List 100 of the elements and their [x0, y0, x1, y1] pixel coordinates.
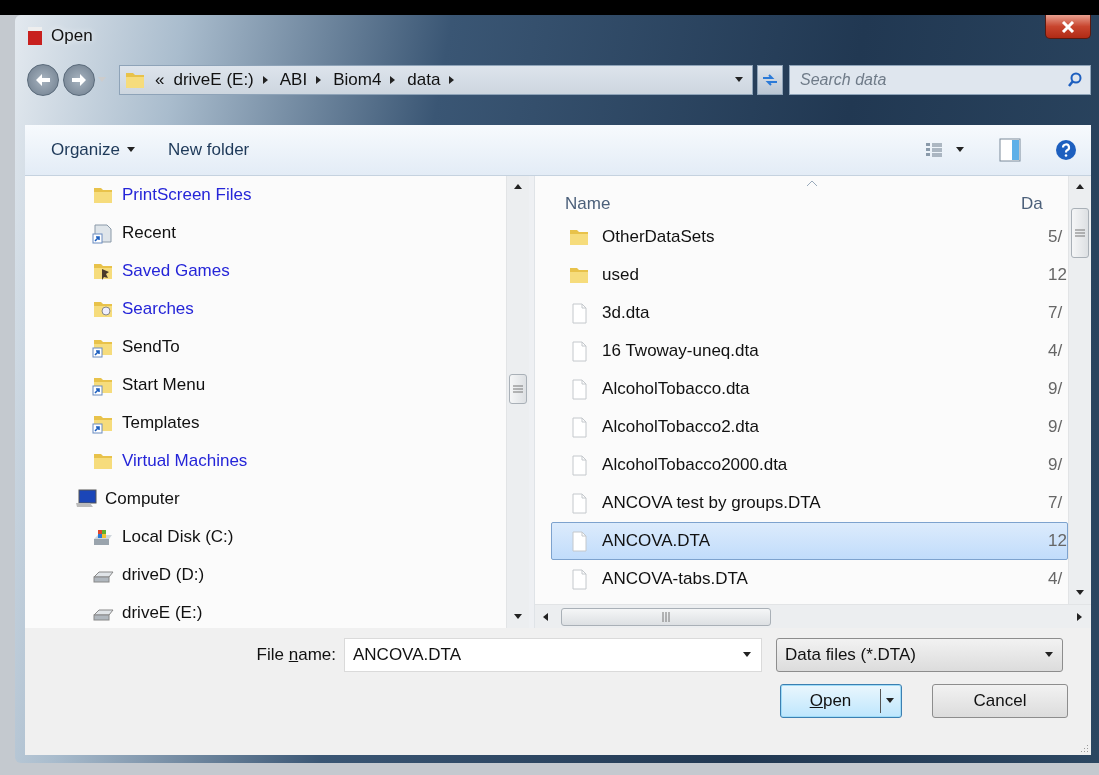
file-type-dropdown[interactable]: Data files (*.DTA)	[776, 638, 1063, 672]
breadcrumb-item[interactable]: ABI	[279, 70, 308, 90]
navigation-item-label: Local Disk (C:)	[122, 527, 234, 547]
file-name: ANCOVA test by groups.DTA	[602, 493, 822, 513]
vertical-scrollbar[interactable]	[1068, 176, 1091, 604]
file-name: ANCOVA.DTA	[602, 531, 712, 551]
file-row[interactable]: AlcoholTobacco2000.dta 9/	[551, 446, 1068, 484]
file-row[interactable]: OtherDataSets 5/	[551, 218, 1068, 256]
search-field[interactable]: Search data	[789, 65, 1091, 95]
navigation-item[interactable]: Saved Games	[25, 252, 507, 290]
file-name-label: File name:	[256, 645, 336, 665]
address-bar[interactable]: « driveE (E:) ABI Biom4 data	[119, 65, 753, 95]
forward-button[interactable]	[63, 64, 95, 96]
navigation-item[interactable]: driveD (D:)	[25, 556, 507, 594]
file-name: 16 Twoway-uneq.dta	[602, 341, 760, 361]
navigation-item-label: Saved Games	[122, 261, 230, 281]
navigation-item[interactable]: SendTo	[25, 328, 507, 366]
app-icon	[27, 26, 43, 46]
navigation-item-label: Computer	[105, 489, 180, 509]
grip-icon	[662, 611, 671, 622]
horizontal-scrollbar[interactable]	[535, 604, 1091, 628]
file-name: used	[602, 265, 640, 285]
navigation-item-label: Virtual Machines	[122, 451, 248, 471]
file-name: 3d.dta	[602, 303, 651, 323]
navigation-item-label: Templates	[122, 413, 200, 433]
window-title: Open	[51, 26, 93, 46]
file-name: ANCOVA-tabs.DTA	[602, 569, 749, 589]
navigation-item-label: SendTo	[122, 337, 180, 357]
search-icon	[1067, 72, 1083, 88]
file-row[interactable]: ANCOVA test by groups.DTA 7/	[551, 484, 1068, 522]
recent-folder-icon	[92, 222, 114, 244]
navigation-item-label: driveD (D:)	[122, 565, 205, 585]
vertical-scrollbar[interactable]	[506, 176, 530, 628]
navigation-item[interactable]: Local Disk (C:)	[25, 518, 507, 556]
help-icon	[1055, 139, 1077, 161]
file-row[interactable]: used 12	[551, 256, 1068, 294]
breadcrumb-item[interactable]: driveE (E:)	[173, 70, 254, 90]
file-row[interactable]: AlcoholTobacco2.dta 9/	[551, 408, 1068, 446]
refresh-icon	[761, 72, 779, 88]
navigation-item[interactable]: driveE (E:)	[25, 594, 507, 628]
navigation-item-label: Start Menu	[122, 375, 206, 395]
close-icon	[1061, 20, 1075, 33]
scroll-up-icon	[1075, 182, 1085, 192]
back-button[interactable]	[27, 64, 59, 96]
file-row[interactable]: 16 Twoway-uneq.dta 4/	[551, 332, 1068, 370]
list-view-icon	[925, 141, 943, 159]
file-date: 7/	[1048, 493, 1063, 513]
toolbar-button[interactable]: New folder	[164, 136, 254, 164]
file-name: AlcoholTobacco2000.dta	[602, 455, 789, 475]
navigation-item-label: Recent	[122, 223, 176, 243]
resize-grip-icon	[1079, 743, 1089, 753]
file-row[interactable]: 3d.dta 7/	[551, 294, 1068, 332]
file-row[interactable]: AlcoholTobacco.dta 9/	[551, 370, 1068, 408]
cancel-button[interactable]: Cancel	[932, 684, 1068, 718]
file-date: 9/	[1048, 379, 1063, 399]
scroll-thumb[interactable]	[1071, 208, 1089, 258]
close-button[interactable]	[1045, 15, 1091, 39]
file-name: AlcoholTobacco.dta	[602, 379, 751, 399]
file-name: AlcoholTobacco2.dta	[602, 417, 760, 437]
navigation-item[interactable]: Recent	[25, 214, 507, 252]
computer-icon	[75, 488, 97, 510]
file-date: 12	[1048, 531, 1067, 551]
scroll-up-icon	[513, 182, 524, 192]
breadcrumb-item[interactable]: Biom4	[333, 70, 382, 90]
file-name-field[interactable]: ANCOVA.DTA	[344, 638, 762, 672]
navigation-item[interactable]: PrintScreen Files	[25, 176, 507, 214]
column-header[interactable]: Da	[1021, 178, 1043, 216]
navigation-item-label: Searches	[122, 299, 194, 319]
column-header[interactable]: Name	[551, 178, 1022, 216]
preview-pane-button[interactable]	[997, 136, 1023, 164]
navigation-item-label: PrintScreen Files	[122, 185, 252, 205]
grip-icon	[513, 385, 524, 393]
open-button[interactable]: Open	[780, 684, 902, 718]
preview-pane-icon	[999, 138, 1021, 162]
scroll-thumb[interactable]	[509, 374, 528, 404]
breadcrumb-item[interactable]: data	[407, 70, 441, 90]
file-date: 12	[1048, 265, 1067, 285]
navigation-item[interactable]: Computer	[25, 480, 507, 518]
refresh-button[interactable]	[757, 65, 783, 95]
file-row[interactable]: ANCOVA.DTA 12	[551, 522, 1068, 560]
file-date: 4/	[1048, 569, 1063, 589]
navigation-item[interactable]: Searches	[25, 290, 507, 328]
file-row[interactable]: ANCOVA-tabs.DTA 4/	[551, 560, 1068, 598]
navigation-item[interactable]: Start Menu	[25, 366, 507, 404]
file-date: 9/	[1048, 455, 1063, 475]
grip-icon	[1075, 229, 1085, 237]
breadcrumb-overflow[interactable]: «	[155, 70, 165, 90]
help-button[interactable]	[1053, 137, 1079, 163]
navigation-item[interactable]: Templates	[25, 404, 507, 442]
file-date: 5/	[1048, 227, 1063, 247]
file-name: OtherDataSets	[602, 227, 716, 247]
navigation-item-label: driveE (E:)	[122, 603, 203, 623]
arrow-right-icon	[71, 73, 87, 87]
toolbar-button[interactable]: Organize	[47, 136, 140, 164]
file-date: 4/	[1048, 341, 1063, 361]
scroll-thumb[interactable]	[561, 607, 772, 626]
file-date: 7/	[1048, 303, 1063, 323]
arrow-left-icon	[35, 73, 51, 87]
navigation-item[interactable]: Virtual Machines	[25, 442, 507, 480]
file-date: 9/	[1048, 417, 1063, 437]
